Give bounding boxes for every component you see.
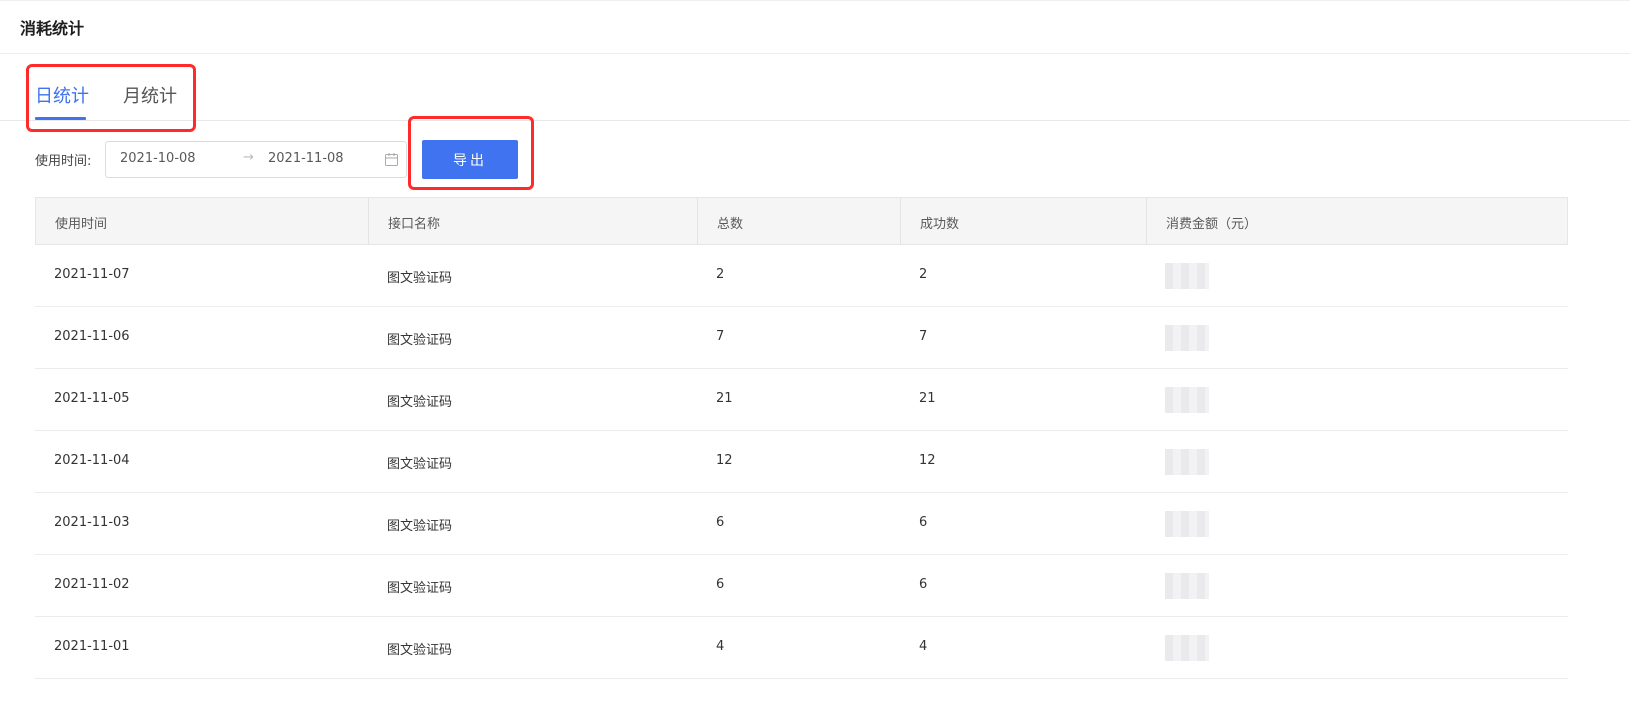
consumption-table: 使用时间 接口名称 总数 成功数 消费金额（元） 2021-11-07 图文验证…	[35, 197, 1568, 679]
column-header-api-name: 接口名称	[388, 217, 441, 232]
start-date-input[interactable]: 2021-10-08	[120, 151, 196, 166]
cell-date: 2021-11-06	[54, 329, 130, 344]
date-range-picker[interactable]: 2021-10-08 → 2021-11-08	[105, 141, 407, 178]
cell-success: 12	[919, 453, 936, 468]
column-header-total: 总数	[717, 217, 744, 232]
cell-success: 21	[919, 391, 936, 406]
cell-total: 21	[716, 391, 733, 406]
cell-success: 7	[919, 329, 928, 344]
cell-date: 2021-11-01	[54, 639, 130, 654]
cell-api-name: 图文验证码	[387, 643, 453, 658]
column-header-success: 成功数	[920, 217, 960, 232]
end-date-input[interactable]: 2021-11-08	[268, 151, 344, 166]
table-row: 2021-11-02 图文验证码 6 6	[35, 555, 1568, 617]
cell-total: 7	[716, 329, 725, 344]
cell-success: 2	[919, 267, 928, 282]
cell-api-name: 图文验证码	[387, 457, 453, 472]
cell-amount-redacted	[1165, 325, 1209, 351]
cell-total: 12	[716, 453, 733, 468]
column-divider	[368, 198, 369, 244]
cell-success: 6	[919, 577, 928, 592]
cell-total: 2	[716, 267, 725, 282]
cell-amount-redacted	[1165, 573, 1209, 599]
cell-amount-redacted	[1165, 635, 1209, 661]
cell-api-name: 图文验证码	[387, 581, 453, 596]
cell-success: 6	[919, 515, 928, 530]
cell-api-name: 图文验证码	[387, 271, 453, 286]
cell-date: 2021-11-05	[54, 391, 130, 406]
cell-amount-redacted	[1165, 263, 1209, 289]
cell-date: 2021-11-02	[54, 577, 130, 592]
cell-date: 2021-11-03	[54, 515, 130, 530]
page-header: 消耗统计	[0, 0, 1630, 54]
tabs-highlight-box	[26, 64, 196, 132]
table-row: 2021-11-01 图文验证码 4 4	[35, 617, 1568, 679]
table-header: 使用时间 接口名称 总数 成功数 消费金额（元）	[35, 197, 1568, 245]
cell-success: 4	[919, 639, 928, 654]
cell-amount-redacted	[1165, 511, 1209, 537]
cell-total: 6	[716, 577, 725, 592]
export-highlight-box	[408, 116, 534, 190]
column-divider	[1146, 198, 1147, 244]
column-divider	[697, 198, 698, 244]
consumption-stats-page: 消耗统计 日统计 月统计 使用时间: 2021-10-08 → 2021-11-…	[0, 0, 1630, 706]
cell-date: 2021-11-04	[54, 453, 130, 468]
table-row: 2021-11-03 图文验证码 6 6	[35, 493, 1568, 555]
cell-api-name: 图文验证码	[387, 519, 453, 534]
table-row: 2021-11-05 图文验证码 21 21	[35, 369, 1568, 431]
cell-total: 4	[716, 639, 725, 654]
table-row: 2021-11-06 图文验证码 7 7	[35, 307, 1568, 369]
calendar-icon[interactable]	[384, 152, 399, 167]
column-divider	[900, 198, 901, 244]
cell-total: 6	[716, 515, 725, 530]
cell-api-name: 图文验证码	[387, 395, 453, 410]
cell-amount-redacted	[1165, 449, 1209, 475]
column-header-usage-time: 使用时间	[55, 217, 108, 232]
cell-date: 2021-11-07	[54, 267, 130, 282]
range-arrow-icon: →	[243, 150, 254, 165]
table-row: 2021-11-04 图文验证码 12 12	[35, 431, 1568, 493]
column-header-amount: 消费金额（元）	[1166, 217, 1258, 232]
cell-amount-redacted	[1165, 387, 1209, 413]
usage-time-label: 使用时间:	[35, 154, 92, 169]
page-title: 消耗统计	[20, 19, 85, 38]
stats-tabs: 日统计 月统计	[0, 54, 1630, 121]
cell-api-name: 图文验证码	[387, 333, 453, 348]
table-row: 2021-11-07 图文验证码 2 2	[35, 245, 1568, 307]
